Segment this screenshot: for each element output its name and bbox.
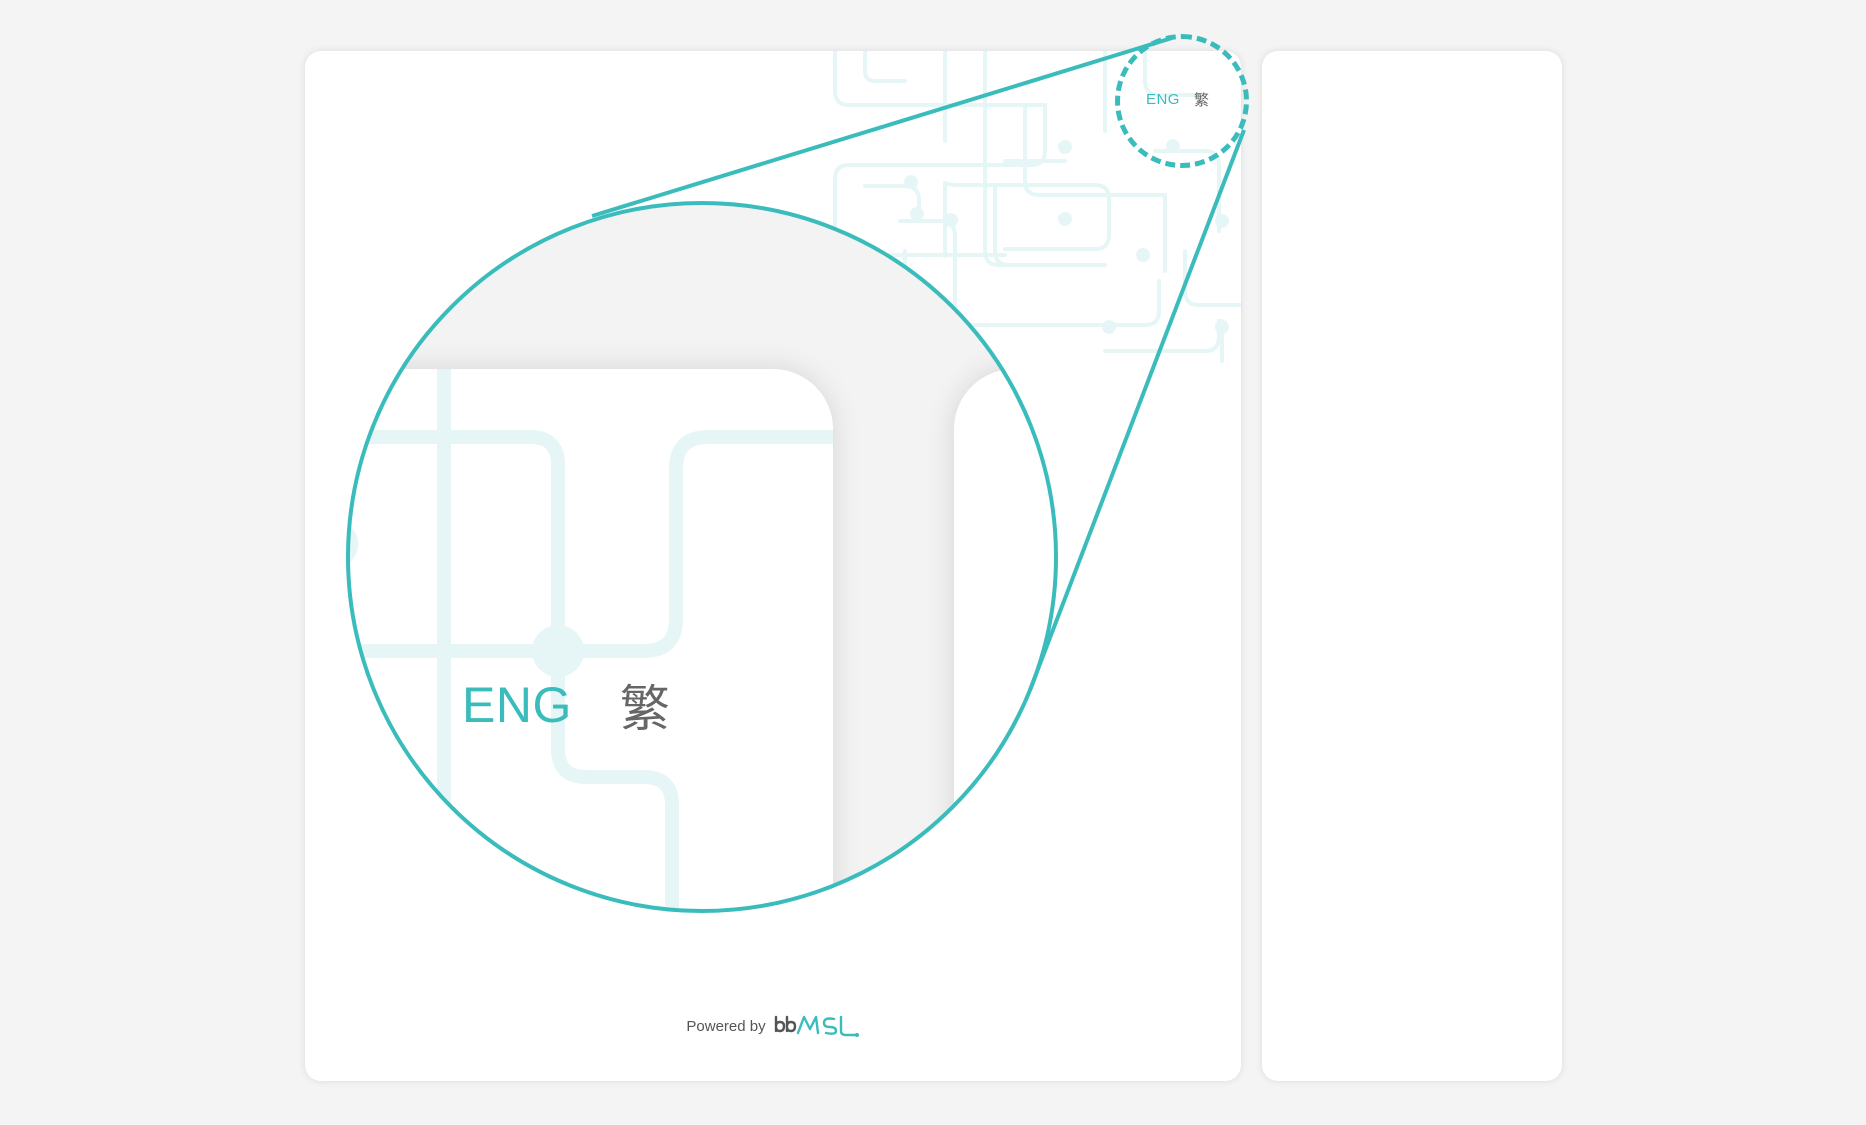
- page: ENG 繁 Powered by ENG 繁: [0, 0, 1866, 1125]
- footer: Powered by: [305, 1011, 1241, 1041]
- bbmsl-logo: [774, 1011, 860, 1041]
- main-panel: ENG 繁 Powered by: [305, 51, 1241, 1081]
- side-panel: [1262, 51, 1562, 1081]
- lang-english-button[interactable]: ENG: [1146, 91, 1180, 108]
- lang-traditional-chinese-button[interactable]: 繁: [1194, 89, 1209, 110]
- circuit-background: [833, 51, 1241, 363]
- powered-by-label: Powered by: [686, 1017, 766, 1035]
- language-switch: ENG 繁: [1146, 89, 1209, 110]
